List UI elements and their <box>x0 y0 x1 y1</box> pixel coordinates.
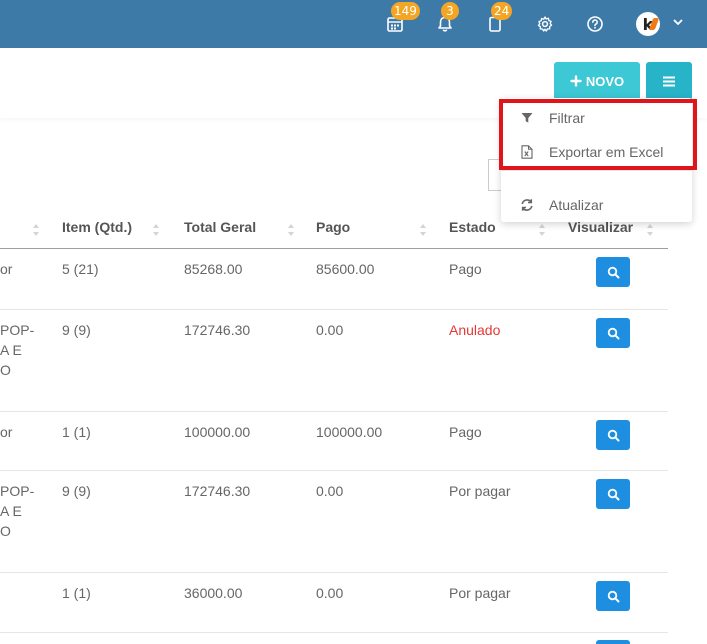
cell-total: 100000.00 <box>184 424 251 440</box>
notifications-badge: 3 <box>441 2 459 20</box>
table-row: POP- A E O 9 (9) 172746.30 0.00 Por paga… <box>0 471 668 573</box>
cell-pago: 0.00 <box>316 585 344 601</box>
documents-button[interactable]: 24 <box>481 2 513 38</box>
documents-badge: 24 <box>491 2 513 20</box>
top-navbar: 149 3 24 k <box>0 0 707 48</box>
cell-fragment: POP- <box>0 322 35 338</box>
view-button-partial[interactable] <box>596 640 630 644</box>
notifications-button[interactable]: 3 <box>431 2 459 38</box>
calendar-button[interactable]: 149 <box>381 2 420 38</box>
settings-button[interactable] <box>531 10 559 38</box>
help-icon <box>587 16 603 32</box>
menu-divider <box>501 170 692 171</box>
column-item-qtd[interactable]: Item (Qtd.) <box>62 219 132 235</box>
help-button[interactable] <box>581 10 609 38</box>
chevron-down-icon[interactable] <box>670 14 686 30</box>
calendar-badge: 149 <box>391 2 420 20</box>
hamburger-icon <box>663 76 675 86</box>
search-icon <box>607 266 619 278</box>
cell-pago: 0.00 <box>316 483 344 499</box>
cell-fragment: A E <box>0 342 22 358</box>
new-button-label: NOVO <box>585 73 625 89</box>
sort-icon[interactable] <box>419 222 427 238</box>
gear-icon <box>537 16 553 32</box>
view-button[interactable] <box>596 581 630 611</box>
cell-fragment: O <box>0 362 11 378</box>
column-pago[interactable]: Pago <box>316 219 350 235</box>
view-button[interactable] <box>596 420 630 450</box>
sort-icon[interactable] <box>152 222 160 238</box>
cell-fragment: POP- <box>0 483 35 499</box>
search-icon <box>607 590 619 602</box>
table-row: 1 (1) 36000.00 0.00 Por pagar <box>0 573 668 633</box>
cell-item-qtd: 1 (1) <box>62 585 91 601</box>
search-icon <box>607 327 619 339</box>
sort-icon[interactable] <box>538 222 546 238</box>
cell-total: 172746.30 <box>184 483 251 499</box>
column-estado[interactable]: Estado <box>449 219 496 235</box>
avatar[interactable]: k <box>636 12 660 36</box>
cell-estado: Por pagar <box>449 483 511 499</box>
menu-item-atualizar[interactable]: Atualizar <box>501 189 692 221</box>
cell-estado: Anulado <box>449 322 501 338</box>
cell-pago: 0.00 <box>316 322 344 338</box>
menu-button[interactable] <box>646 62 692 100</box>
plus-icon <box>570 75 582 87</box>
cell-fragment: or <box>0 424 13 440</box>
sort-icon[interactable] <box>32 222 40 238</box>
cell-estado: Pago <box>449 424 482 440</box>
column-total-geral[interactable]: Total Geral <box>184 219 256 235</box>
view-button[interactable] <box>596 257 630 287</box>
sort-icon[interactable] <box>287 222 295 238</box>
cell-fragment: O <box>0 523 11 539</box>
cell-fragment: or <box>0 261 13 277</box>
search-icon <box>607 488 619 500</box>
cell-estado: Por pagar <box>449 585 511 601</box>
cell-item-qtd: 5 (21) <box>62 261 99 277</box>
cell-estado: Pago <box>449 261 482 277</box>
menu-item-label: Atualizar <box>549 197 604 213</box>
cell-fragment: A E <box>0 503 22 519</box>
sort-icon[interactable] <box>646 222 654 238</box>
cell-item-qtd: 9 (9) <box>62 483 91 499</box>
cell-total: 172746.30 <box>184 322 251 338</box>
new-button[interactable]: NOVO <box>554 62 640 100</box>
refresh-icon <box>520 198 534 212</box>
view-button[interactable] <box>596 479 630 509</box>
view-button[interactable] <box>596 318 630 348</box>
cell-total: 85268.00 <box>184 261 243 277</box>
search-icon <box>607 429 619 441</box>
table-row: or 5 (21) 85268.00 85600.00 Pago <box>0 249 668 310</box>
table-row: POP- A E O 9 (9) 172746.30 0.00 Anulado <box>0 310 668 412</box>
highlight-box <box>499 99 697 170</box>
cell-item-qtd: 9 (9) <box>62 322 91 338</box>
cell-pago: 85600.00 <box>316 261 375 277</box>
cell-total: 36000.00 <box>184 585 243 601</box>
cell-item-qtd: 1 (1) <box>62 424 91 440</box>
table-row: or 1 (1) 100000.00 100000.00 Pago <box>0 412 668 471</box>
cell-pago: 100000.00 <box>316 424 383 440</box>
